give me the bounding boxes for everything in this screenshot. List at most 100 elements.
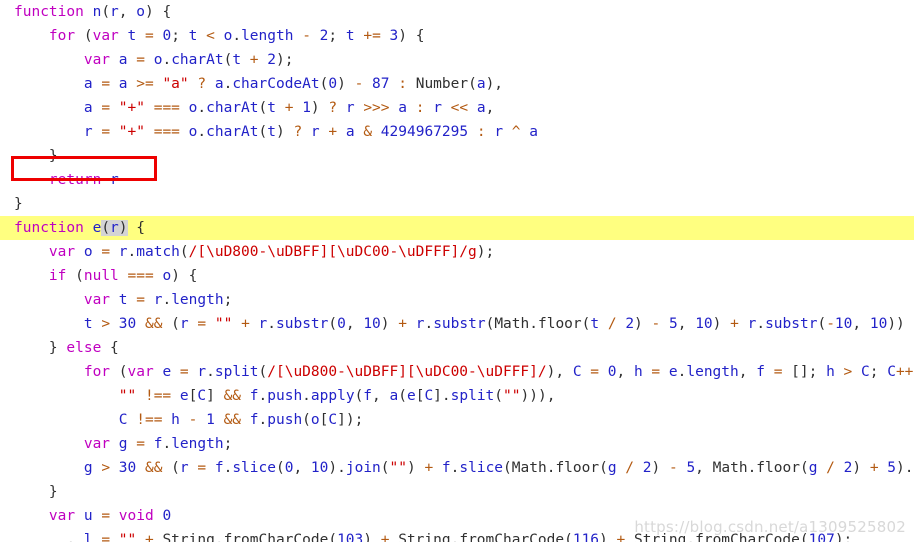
code-token: ( <box>101 220 111 236</box>
code-token: > <box>101 460 111 476</box>
code-token: << <box>450 100 469 116</box>
code-line[interactable]: } else { <box>0 336 914 360</box>
code-line[interactable]: "" !== e[C] && f.push.apply(f, a(e[C].sp… <box>0 384 914 408</box>
code-token: C <box>424 388 434 404</box>
code-line[interactable]: } <box>0 480 914 504</box>
code-line[interactable]: g > 30 && (r = f.slice(0, 10).join("") +… <box>0 456 914 480</box>
code-token: r <box>345 100 355 116</box>
code-line[interactable]: var o = r.match(/[\uD800-\uDBFF][\uDC00-… <box>0 240 914 264</box>
code-token: ( <box>354 388 364 404</box>
code-token: ( <box>302 412 311 428</box>
code-token: o <box>136 4 145 20</box>
code-token: return <box>48 172 102 188</box>
code-viewer[interactable]: function n(r, o) { for (var t = 0; t < o… <box>0 0 914 542</box>
code-line[interactable]: t > 30 && (r = "" + r.substr(0, 10) + r.… <box>0 312 914 336</box>
code-token: e <box>406 388 416 404</box>
code-token: ) <box>275 124 294 140</box>
code-token: "+" <box>118 100 145 116</box>
code-token: ) { <box>398 28 425 44</box>
code-token: . <box>197 124 207 140</box>
code-line[interactable]: for (var e = r.split(/[\uD800-\uDBFF][\u… <box>0 360 914 384</box>
code-line[interactable]: for (var t = 0; t < o.length - 2; t += 3… <box>0 24 914 48</box>
code-line[interactable]: a = "+" === o.charAt(t + 1) ? r >>> a : … <box>0 96 914 120</box>
code-token: ( <box>162 316 180 332</box>
code-token: 10 <box>869 316 888 332</box>
code-token: g <box>83 460 93 476</box>
code-token: ) { <box>144 4 172 20</box>
code-token: : <box>476 124 486 140</box>
code-line[interactable]: return r <box>0 168 914 192</box>
code-line[interactable]: r = "+" === o.charAt(t) ? r + a & 429496… <box>0 120 914 144</box>
code-token: 2 <box>642 460 652 476</box>
code-token: t <box>267 124 276 140</box>
code-line[interactable]: C !== h - 1 && f.push(o[C]); <box>0 408 914 432</box>
code-line[interactable]: if (null === o) { <box>0 264 914 288</box>
code-token: t <box>267 100 276 116</box>
code-line[interactable]: } <box>0 144 914 168</box>
code-token: ). <box>896 460 914 476</box>
code-token: ; <box>328 28 346 44</box>
code-token: t <box>590 316 600 332</box>
code-token: ))), <box>520 388 556 404</box>
code-line[interactable]: var t = r.length; <box>0 288 914 312</box>
code-line[interactable]: function e(r) { <box>0 216 914 240</box>
code-token: ; <box>869 364 888 380</box>
code-token: charAt <box>171 52 224 68</box>
code-token: a <box>476 100 486 116</box>
code-token: ( <box>258 124 268 140</box>
code-token: floor <box>555 460 600 476</box>
code-line[interactable]: var g = f.length; <box>0 432 914 456</box>
code-token: length <box>686 364 739 380</box>
code-line[interactable]: a = a >= "a" ? a.charCodeAt(0) - 87 : Nu… <box>0 72 914 96</box>
code-token: Math <box>511 460 547 476</box>
code-token: , <box>677 316 696 332</box>
code-token: ), <box>546 364 573 380</box>
code-token: = <box>101 100 111 116</box>
code-token: ) { <box>171 268 198 284</box>
code-token: . <box>127 244 137 260</box>
code-token: ? <box>197 76 207 92</box>
code-token: ) <box>651 460 669 476</box>
code-token: r <box>110 4 119 20</box>
code-token: = <box>197 460 207 476</box>
code-line[interactable]: function n(r, o) { <box>0 0 914 24</box>
code-token: ( <box>258 364 268 380</box>
code-token: ( <box>817 316 827 332</box>
code-line[interactable]: } <box>0 192 914 216</box>
code-line[interactable]: var a = o.charAt(t + 2); <box>0 48 914 72</box>
code-token: = <box>101 124 111 140</box>
code-token: "+" <box>118 124 145 140</box>
code-token: var <box>127 364 154 380</box>
code-token: slice <box>232 460 276 476</box>
code-token: >>> <box>363 100 390 116</box>
